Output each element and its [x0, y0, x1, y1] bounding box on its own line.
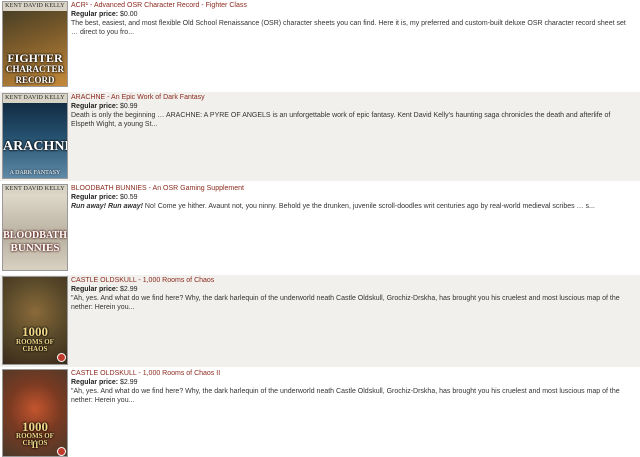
price-label: Regular price:	[71, 379, 119, 386]
description-text: "Ah, yes. And what do we find here? Why,…	[71, 295, 620, 312]
product-info: ACR¹ - Advanced OSR Character Record - F…	[71, 1, 634, 37]
price-label: Regular price:	[71, 286, 119, 293]
price-line: Regular price: $0.99	[71, 102, 634, 111]
price-value: $2.99	[120, 379, 138, 386]
list-item: 1000 ROOMS OF CHAOS CASTLE OLDSKULL - 1,…	[0, 275, 640, 367]
book-cover-image[interactable]: KENT DAVID KELLY BLOODBATH BUNNIES	[2, 184, 68, 271]
list-item: KENT DAVID KELLY BLOODBATH BUNNIES BLOOD…	[0, 183, 640, 273]
description-text: No! Come ye hither. Avaunt not, you ninn…	[142, 203, 595, 210]
cover-author: KENT DAVID KELLY	[3, 2, 67, 11]
book-cover-image[interactable]: KENT DAVID KELLY FIGHTER CHARACTER RECOR…	[2, 1, 68, 87]
product-description: "Ah, yes. And what do we find here? Why,…	[71, 387, 634, 405]
price-value: $2.99	[120, 286, 138, 293]
cover-title: 1000	[22, 324, 48, 339]
price-value: $0.99	[120, 103, 138, 110]
cover-subtitle: BUNNIES	[10, 242, 60, 254]
product-title-link[interactable]: CASTLE OLDSKULL - 1,000 Rooms of Chaos I…	[71, 369, 634, 378]
product-title-link[interactable]: ARACHNE - An Epic Work of Dark Fantasy	[71, 93, 634, 102]
cover-author: KENT DAVID KELLY	[3, 94, 67, 103]
description-text: Death is only the beginning … ARACHNE: A…	[71, 112, 611, 129]
price-label: Regular price:	[71, 103, 119, 110]
cover-subtitle: A DARK FANTASY	[9, 170, 61, 176]
product-info: ARACHNE - An Epic Work of Dark Fantasy R…	[71, 93, 634, 129]
list-item: 1000 ROOMS OF CHAOS II CASTLE OLDSKULL -…	[0, 368, 640, 457]
price-line: Regular price: $2.99	[71, 285, 634, 294]
book-cover-image[interactable]: 1000 ROOMS OF CHAOS II	[2, 369, 68, 457]
cover-title: BLOODBATH	[3, 230, 67, 241]
publisher-logo-icon	[57, 353, 66, 362]
description-text: "Ah, yes. And what do we find here? Why,…	[71, 388, 620, 405]
list-item: KENT DAVID KELLY FIGHTER CHARACTER RECOR…	[0, 0, 640, 89]
cover-author: KENT DAVID KELLY	[3, 185, 67, 194]
price-value: $0.59	[120, 194, 138, 201]
cover-subtitle: RECORD	[15, 75, 55, 85]
publisher-logo-icon	[57, 447, 66, 456]
description-lead: Run away! Run away!	[71, 203, 143, 210]
product-info: CASTLE OLDSKULL - 1,000 Rooms of Chaos I…	[71, 369, 634, 405]
cover-title: FIGHTER	[7, 51, 63, 65]
product-info: BLOODBATH BUNNIES - An OSR Gaming Supple…	[71, 184, 634, 211]
price-line: Regular price: $2.99	[71, 378, 634, 387]
cover-subtitle: CHARACTER	[5, 64, 64, 74]
cover-title: ARACHNE	[3, 139, 68, 154]
description-text: The best, easiest, and most flexible Old…	[71, 20, 626, 37]
product-description: "Ah, yes. And what do we find here? Why,…	[71, 294, 634, 312]
price-label: Regular price:	[71, 194, 119, 201]
price-label: Regular price:	[71, 11, 119, 18]
product-title-link[interactable]: ACR¹ - Advanced OSR Character Record - F…	[71, 1, 634, 10]
list-item: KENT DAVID KELLY ARACHNE A DARK FANTASY …	[0, 92, 640, 181]
product-description: Death is only the beginning … ARACHNE: A…	[71, 111, 634, 129]
product-description: The best, easiest, and most flexible Old…	[71, 19, 634, 37]
cover-subtitle: ROOMS OF CHAOS	[16, 338, 54, 353]
book-cover-image[interactable]: 1000 ROOMS OF CHAOS	[2, 276, 68, 365]
price-line: Regular price: $0.00	[71, 10, 634, 19]
price-value: $0.00	[120, 11, 138, 18]
product-info: CASTLE OLDSKULL - 1,000 Rooms of Chaos R…	[71, 276, 634, 312]
product-title-link[interactable]: BLOODBATH BUNNIES - An OSR Gaming Supple…	[71, 184, 634, 193]
product-title-link[interactable]: CASTLE OLDSKULL - 1,000 Rooms of Chaos	[71, 276, 634, 285]
price-line: Regular price: $0.59	[71, 193, 634, 202]
book-cover-image[interactable]: KENT DAVID KELLY ARACHNE A DARK FANTASY	[2, 93, 68, 179]
product-description: Run away! Run away! No! Come ye hither. …	[71, 202, 634, 211]
